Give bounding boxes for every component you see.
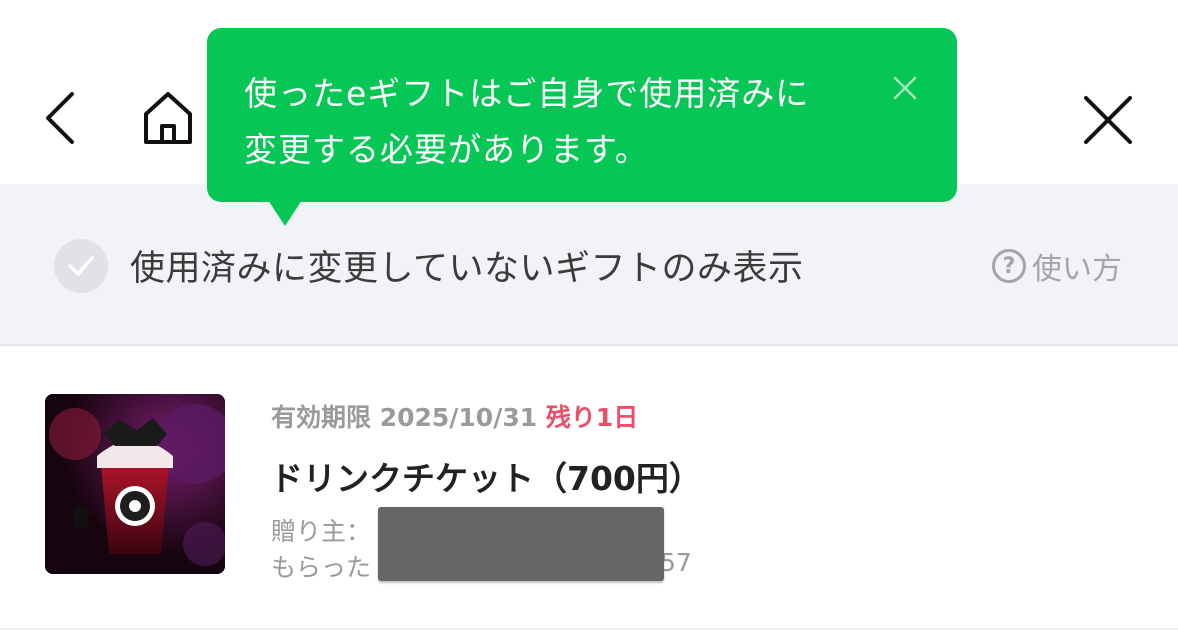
expiry-date: 有効期限 2025/10/31 残り1日	[271, 398, 638, 434]
home-icon[interactable]	[138, 88, 198, 148]
starbucks-drink-image	[45, 394, 225, 574]
back-arrow-icon[interactable]	[36, 88, 84, 148]
remaining-days-badge: 残り1日	[545, 403, 639, 432]
help-icon: ?	[992, 249, 1026, 283]
tooltip-message: 使ったeギフトはご自身で使用済みに 変更する必要があります。	[244, 66, 864, 178]
redaction-box	[378, 507, 664, 581]
gift-image[interactable]	[45, 394, 225, 574]
tooltip-line-1: 使ったeギフトはご自身で使用済みに	[244, 74, 810, 113]
expiry-label: 有効期限 2025/10/31	[271, 403, 538, 432]
tooltip-close-icon[interactable]	[891, 74, 919, 102]
sender-label: 贈り主：	[271, 517, 372, 546]
gift-title: ドリンクチケット（700円）	[270, 459, 702, 498]
check-icon	[68, 256, 94, 276]
tooltip-line-2: 変更する必要があります。	[244, 130, 649, 169]
how-to-use-label: 使い方	[1032, 252, 1122, 287]
tooltip-pointer	[268, 200, 302, 226]
received-date-suffix: 57	[660, 548, 692, 577]
how-to-use-link[interactable]: ? 使い方	[992, 247, 1122, 287]
hint-tooltip: 使ったeギフトはご自身で使用済みに 変更する必要があります。	[207, 28, 957, 202]
received-date-label: もらった	[271, 553, 372, 582]
close-icon[interactable]	[1078, 90, 1138, 150]
unused-only-checkbox[interactable]	[54, 239, 108, 293]
unused-only-label[interactable]: 使用済みに変更していないギフトのみ表示	[130, 240, 803, 291]
